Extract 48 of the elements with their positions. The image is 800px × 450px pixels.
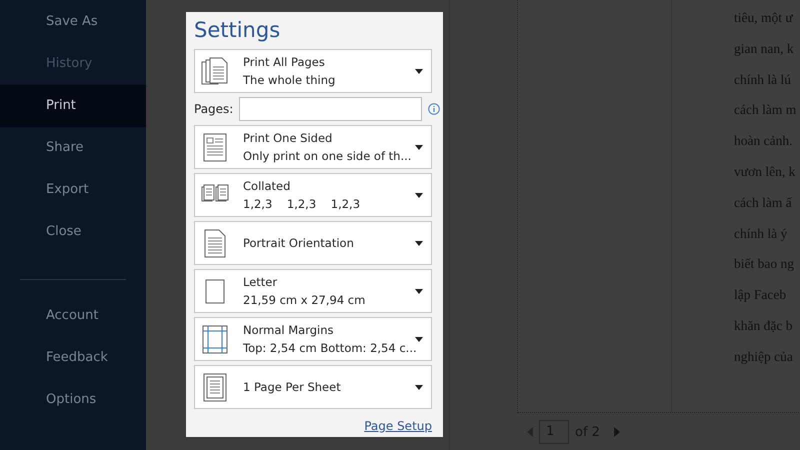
- caret-icon: [415, 336, 423, 342]
- page-per-sheet-icon: [204, 373, 226, 401]
- pages-label: Pages:: [194, 102, 234, 116]
- menu-item[interactable]: Account: [0, 295, 146, 337]
- pages-icon: [202, 57, 228, 84]
- settings-dropdown[interactable]: Normal Margins Top: 2,54 cm Bottom: 2,54 c...: [194, 317, 432, 361]
- caret-icon: [415, 68, 423, 74]
- caret-icon: [415, 240, 423, 246]
- menu-item[interactable]: Share: [0, 127, 146, 169]
- option-description: The whole thing: [243, 72, 336, 88]
- menu-item[interactable]: Print: [0, 85, 146, 127]
- margins-icon: [202, 325, 228, 353]
- page-icon: [204, 133, 226, 161]
- menu-item[interactable]: Export: [0, 169, 146, 211]
- next-page-icon[interactable]: [614, 427, 620, 437]
- option-title: Letter: [243, 274, 278, 290]
- option-description: 1,2,3 1,2,3 1,2,3: [243, 196, 362, 212]
- settings-dropdown[interactable]: Collated 1,2,3 1,2,3 1,2,3: [194, 173, 432, 217]
- option-title: 1 Page Per Sheet: [243, 380, 342, 394]
- caret-icon: [415, 192, 423, 198]
- option-title: Portrait Orientation: [243, 236, 355, 250]
- option-description: Only print on one side of th...: [243, 148, 412, 164]
- previous-page-icon[interactable]: [527, 427, 533, 437]
- option-title: Print All Pages: [243, 54, 326, 70]
- settings-heading: Settings: [194, 17, 282, 43]
- menu-item[interactable]: Feedback: [0, 337, 146, 379]
- paper-size-icon: [206, 279, 224, 303]
- settings-dropdown[interactable]: 1 Page Per Sheet: [194, 365, 432, 409]
- pages-input-field[interactable]: [239, 97, 422, 121]
- settings-dropdown[interactable]: Print One Sided Only print on one side of th...: [194, 125, 432, 169]
- option-description: Top: 2,54 cm Bottom: 2,54 c...: [243, 340, 415, 356]
- menu-item[interactable]: Close: [0, 211, 146, 253]
- option-title: Collated: [243, 178, 292, 194]
- info-icon: [428, 103, 440, 115]
- settings-dropdown[interactable]: Letter 21,59 cm x 27,94 cm: [194, 269, 432, 313]
- menu-item[interactable]: Options: [0, 379, 146, 421]
- option-title: Print One Sided: [243, 130, 334, 146]
- option-title: Normal Margins: [243, 322, 335, 338]
- caret-icon: [415, 144, 423, 150]
- portrait-page-icon: [204, 229, 226, 257]
- caret-icon: [415, 288, 423, 294]
- option-description: 21,59 cm x 27,94 cm: [243, 292, 366, 308]
- collated-pages-icon: [202, 184, 228, 201]
- settings-dropdown[interactable]: Print All Pages The whole thing: [194, 49, 432, 93]
- caret-icon: [415, 384, 423, 390]
- page-setup-link[interactable]: Page Setup: [364, 419, 432, 433]
- settings-dropdown[interactable]: Portrait Orientation: [194, 221, 432, 265]
- menu-item[interactable]: Save As: [0, 1, 146, 43]
